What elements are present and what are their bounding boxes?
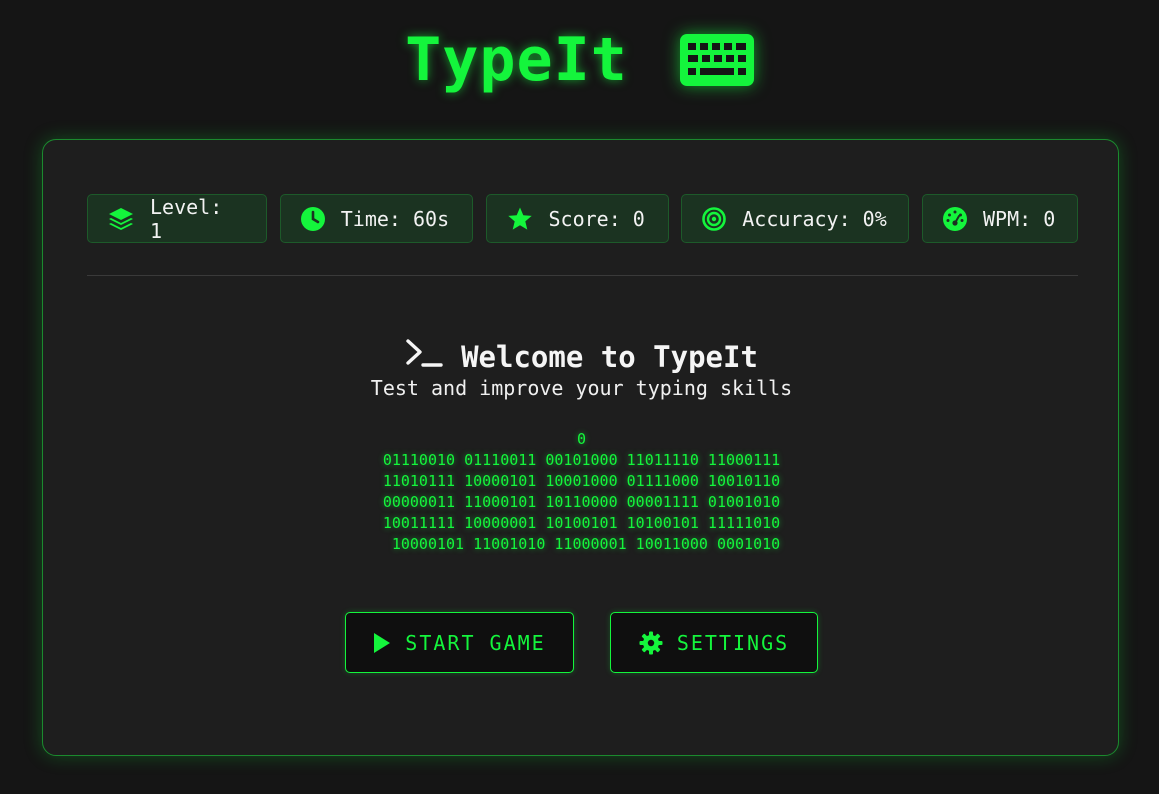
binary-line: 0 [576,430,587,448]
stat-time-label: Time: 60s [340,206,450,231]
settings-label: SETTINGS [676,630,790,655]
terminal-icon [405,338,443,375]
stat-wpm: WPM: 0 [922,194,1078,243]
app-title: TypeIt [0,22,1159,98]
binary-line: 10011111 10000001 10100101 10100101 1111… [382,514,781,532]
stat-accuracy-label: Accuracy: 0% [742,206,887,231]
stat-score-label: Score: 0 [548,206,645,231]
binary-rain: 0 01110010 01110011 00101000 11011110 11… [43,429,1120,555]
welcome-subtitle: Test and improve your typing skills [370,376,793,400]
start-game-button[interactable]: START GAME [345,612,574,673]
gear-icon [639,631,663,655]
stat-level: Level: 1 [87,194,267,243]
binary-line: 11010111 10000101 10001000 01111000 1001… [382,472,781,490]
binary-line: 00000011 11000101 10110000 00001111 0100… [382,493,781,511]
star-icon [507,207,533,231]
stat-accuracy: Accuracy: 0% [681,194,910,243]
gauge-icon [943,206,967,231]
layers-icon [108,207,134,231]
stat-time: Time: 60s [279,194,473,243]
game-panel: Level: 1 Time: 60s Score: 0 Accuracy: 0%… [42,139,1119,756]
binary-line: 01110010 01110011 00101000 11011110 1100… [382,451,781,469]
target-icon [702,206,727,231]
welcome-title: Welcome to TypeIt [461,339,758,374]
clock-icon [300,206,325,231]
keyboard-icon [679,34,754,86]
welcome-heading: Welcome to TypeIt [43,338,1120,375]
stat-wpm-label: WPM: 0 [983,206,1056,231]
divider [87,275,1078,276]
play-icon [373,632,391,654]
settings-button[interactable]: SETTINGS [610,612,818,673]
stat-score: Score: 0 [485,194,669,243]
stat-level-label: Level: 1 [150,194,223,243]
app-title-text: TypeIt [405,25,628,95]
start-game-label: START GAME [405,630,546,655]
stats-bar: Level: 1 Time: 60s Score: 0 Accuracy: 0%… [87,194,1078,243]
binary-line: 10000101 11001010 11000001 10011000 0001… [382,535,781,553]
